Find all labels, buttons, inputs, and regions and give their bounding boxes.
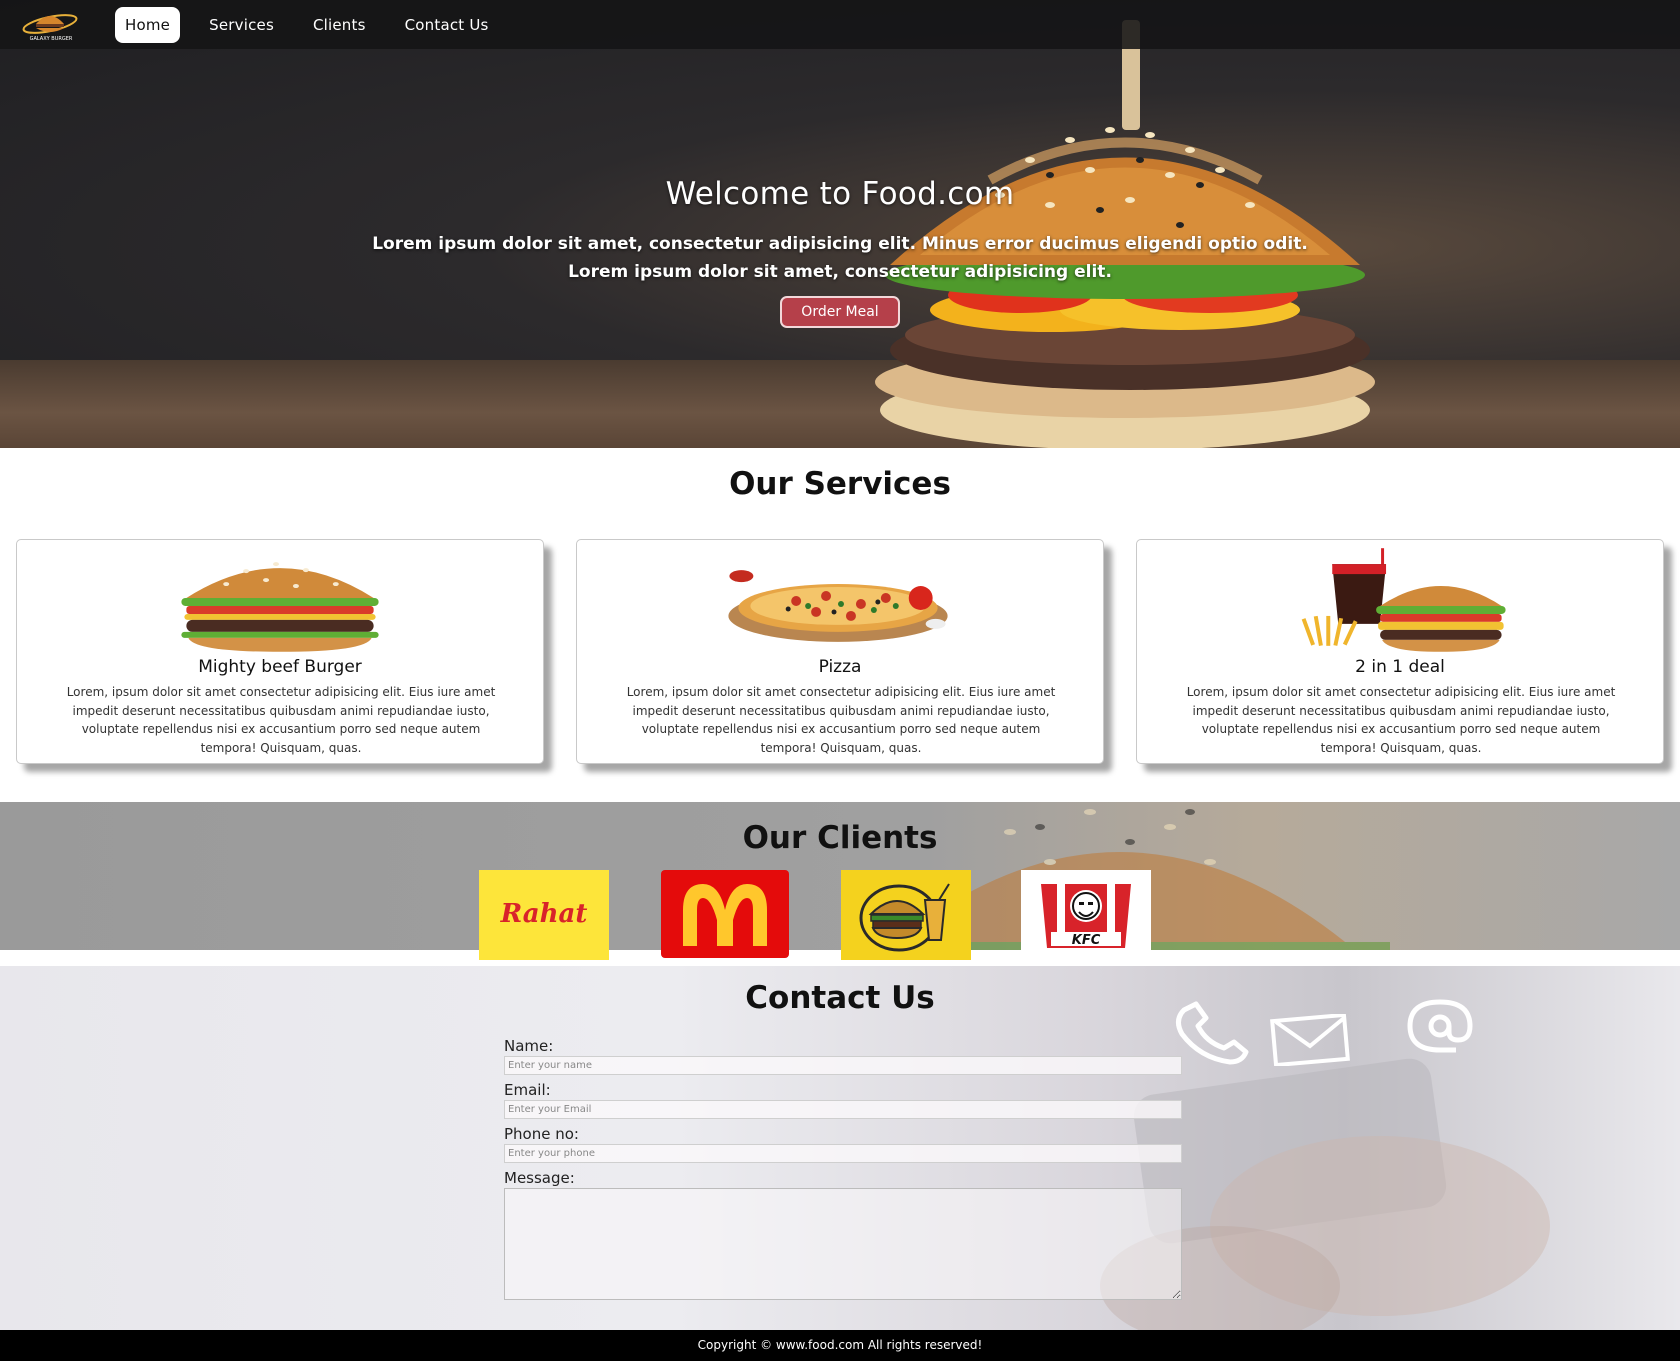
- rahat-logo[interactable]: Rahat: [479, 870, 609, 960]
- name-input[interactable]: [504, 1056, 1182, 1075]
- rahat-logo-text: Rahat: [500, 899, 588, 929]
- envelope-icon: [1270, 1014, 1350, 1066]
- order-meal-button[interactable]: Order Meal: [780, 296, 900, 328]
- clients-section: Our Clients: [0, 802, 1680, 950]
- nav-item-contact[interactable]: Contact Us: [395, 7, 499, 43]
- email-input[interactable]: [504, 1100, 1182, 1119]
- burger-drink-logo[interactable]: [841, 870, 971, 960]
- mcdonalds-logo[interactable]: [661, 870, 789, 958]
- hero-line-2: Lorem ipsum dolor sit amet, consectetur …: [568, 262, 1112, 282]
- service-card-title: Pizza: [818, 657, 862, 677]
- kfc-logo[interactable]: KFC: [1021, 870, 1151, 960]
- nav-item-home[interactable]: Home: [115, 7, 181, 43]
- services-cards: Mighty beef Burger Lorem, ipsum dolor si…: [16, 539, 1666, 765]
- service-card-title: 2 in 1 deal: [1355, 657, 1445, 677]
- hero-section: Welcome to Food.com Lorem ipsum dolor si…: [0, 0, 1680, 448]
- hero-text: Lorem ipsum dolor sit amet, consectetur …: [0, 230, 1680, 286]
- service-card-burger[interactable]: Mighty beef Burger Lorem, ipsum dolor si…: [16, 539, 544, 764]
- contact-form: Name: Email: Phone no: Message:: [504, 1036, 1182, 1300]
- phone-input[interactable]: [504, 1144, 1182, 1163]
- section-divider: [0, 950, 1680, 966]
- services-title: Our Services: [729, 466, 951, 502]
- planet-burger-logo[interactable]: GALAXY BURGER: [22, 6, 80, 42]
- service-card-pizza[interactable]: Pizza Lorem, ipsum dolor sit amet consec…: [576, 539, 1104, 764]
- clients-title: Our Clients: [742, 820, 938, 856]
- contact-title: Contact Us: [745, 980, 935, 1016]
- service-card-title: Mighty beef Burger: [198, 657, 362, 677]
- nav-item-clients[interactable]: Clients: [303, 7, 376, 43]
- burger-image: [181, 562, 379, 652]
- hero-content: Welcome to Food.com Lorem ipsum dolor si…: [0, 176, 1680, 328]
- kfc-logo-text: KFC: [1072, 933, 1101, 948]
- service-card-deal[interactable]: 2 in 1 deal Lorem, ipsum dolor sit amet …: [1136, 539, 1664, 764]
- nav-links: Home Services Clients Contact Us: [115, 7, 510, 43]
- navbar: GALAXY BURGER Home Services Clients Cont…: [0, 0, 1680, 49]
- svg-text:GALAXY BURGER: GALAXY BURGER: [30, 36, 73, 42]
- nav-item-services[interactable]: Services: [199, 7, 284, 43]
- service-card-text: Lorem, ipsum dolor sit amet consectetur …: [66, 685, 496, 755]
- phone-label: Phone no:: [504, 1125, 579, 1143]
- footer: Copyright © www.food.com All rights rese…: [0, 1330, 1680, 1361]
- combo-deal-image: [1301, 548, 1506, 652]
- message-label: Message:: [504, 1169, 575, 1187]
- name-label: Name:: [504, 1037, 554, 1055]
- service-card-text: Lorem, ipsum dolor sit amet consectetur …: [1186, 685, 1616, 755]
- message-textarea[interactable]: [504, 1188, 1182, 1300]
- email-label: Email:: [504, 1081, 551, 1099]
- hero-line-1: Lorem ipsum dolor sit amet, consectetur …: [372, 234, 1308, 254]
- contact-section: Contact Us Name: Email: Phone no: Messag…: [0, 966, 1680, 1330]
- pizza-image: [728, 570, 948, 642]
- copyright-text: Copyright © www.food.com All rights rese…: [697, 1338, 983, 1352]
- service-card-text: Lorem, ipsum dolor sit amet consectetur …: [626, 685, 1056, 755]
- hero-title: Welcome to Food.com: [665, 176, 1015, 212]
